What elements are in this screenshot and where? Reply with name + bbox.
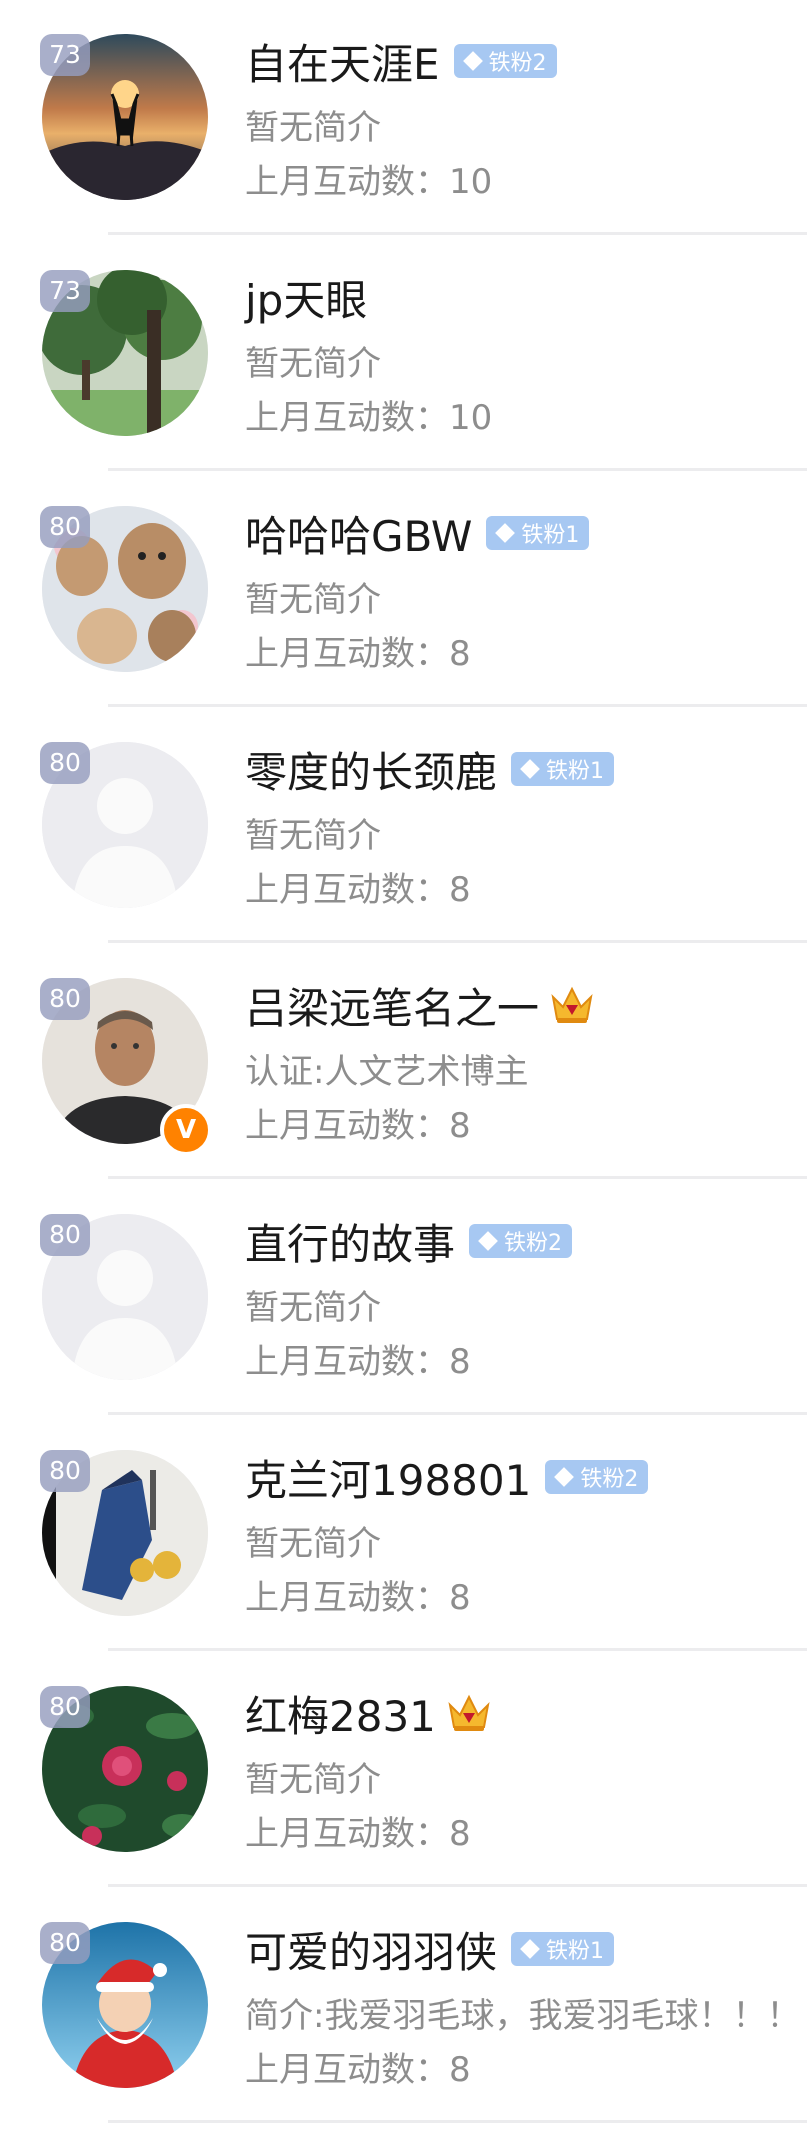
- fan-badge: 铁粉2: [545, 1460, 649, 1494]
- level-badge: 80: [40, 1450, 90, 1492]
- fan-badge-label: 铁粉2: [488, 51, 547, 76]
- interaction-count: 上月互动数：10: [245, 398, 493, 438]
- diamond-icon: [495, 523, 516, 543]
- fan-badge-label: 铁粉1: [521, 523, 580, 548]
- fan-badge: 铁粉2: [453, 44, 557, 78]
- crown-icon: [446, 1693, 492, 1733]
- user-name[interactable]: 直行的故事: [245, 1211, 455, 1272]
- divider: [108, 704, 807, 707]
- follower-row[interactable]: 80 红梅2831 暂无简介上月互动数：8: [0, 1652, 807, 1888]
- interaction-count: 上月互动数：8: [245, 1106, 471, 1146]
- name-line: 可爱的羽羽侠 铁粉1: [245, 1918, 615, 1980]
- level-badge: 80: [40, 506, 90, 548]
- level-badge: 80: [40, 742, 90, 784]
- user-name[interactable]: jp天眼: [245, 267, 367, 328]
- name-line: jp天眼: [245, 266, 367, 328]
- user-bio: 暂无简介: [245, 108, 381, 148]
- follower-row[interactable]: 80 直行的故事 铁粉2 暂无简介上月互动数：8: [0, 1180, 807, 1416]
- fan-badge: 铁粉1: [511, 1932, 615, 1966]
- diamond-icon: [478, 1231, 498, 1251]
- interaction-count: 上月互动数：10: [245, 162, 493, 202]
- divider: [108, 232, 807, 235]
- level-badge: 73: [40, 34, 90, 76]
- level-badge: 80: [40, 978, 90, 1020]
- diamond-icon: [520, 759, 540, 779]
- divider: [108, 940, 807, 943]
- fan-badge: 铁粉1: [511, 752, 615, 786]
- user-name[interactable]: 哈哈哈GBW: [245, 503, 472, 564]
- interaction-count: 上月互动数：8: [245, 870, 471, 910]
- level-badge: 80: [40, 1214, 90, 1256]
- divider: [108, 2120, 807, 2123]
- user-name[interactable]: 可爱的羽羽侠: [245, 1919, 497, 1980]
- divider: [108, 1648, 807, 1651]
- user-name[interactable]: 吕梁远笔名之一: [245, 975, 539, 1036]
- follower-row[interactable]: 73 jp天眼暂无简介上月互动数：10: [0, 236, 807, 472]
- name-line: 直行的故事 铁粉2: [245, 1210, 573, 1272]
- follower-row[interactable]: 80 哈哈哈GBW 铁粉1 暂无简介上月互动数：8: [0, 472, 807, 708]
- user-bio: 暂无简介: [245, 816, 381, 856]
- level-badge: 73: [40, 270, 90, 312]
- user-bio: 认证:人文艺术博主: [245, 1052, 529, 1092]
- user-bio: 暂无简介: [245, 1288, 381, 1328]
- follower-row[interactable]: 80 可爱的羽羽侠 铁粉1 简介:我爱羽毛球，我爱羽毛球！！！ 上月互动数：8: [0, 1888, 807, 2124]
- user-bio: 暂无简介: [245, 344, 381, 384]
- fan-badge-label: 铁粉1: [546, 759, 605, 784]
- user-name[interactable]: 红梅2831: [245, 1683, 436, 1744]
- follower-row[interactable]: 80 零度的长颈鹿 铁粉1 暂无简介上月互动数：8: [0, 708, 807, 944]
- fan-badge-label: 铁粉2: [504, 1231, 563, 1256]
- user-bio: 暂无简介: [245, 580, 381, 620]
- name-line: 吕梁远笔名之一: [245, 974, 595, 1036]
- user-bio: 暂无简介: [245, 1760, 381, 1800]
- follower-row[interactable]: 73 自在天涯E 铁粉2 暂无简介上月互动数：10: [0, 0, 807, 236]
- name-line: 自在天涯E 铁粉2: [245, 30, 557, 92]
- user-name[interactable]: 零度的长颈鹿: [245, 739, 497, 800]
- level-badge: 80: [40, 1686, 90, 1728]
- divider: [108, 1176, 807, 1179]
- name-line: 红梅2831: [245, 1682, 492, 1744]
- fan-badge: 铁粉1: [486, 516, 590, 550]
- user-bio: 简介:我爱羽毛球，我爱羽毛球！！！: [245, 1996, 801, 2036]
- level-badge: 80: [40, 1922, 90, 1964]
- interaction-count: 上月互动数：8: [245, 1342, 471, 1382]
- divider: [108, 468, 807, 471]
- crown-icon: [549, 985, 595, 1025]
- diamond-icon: [554, 1467, 575, 1487]
- interaction-count: 上月互动数：8: [245, 1814, 471, 1854]
- diamond-icon: [462, 51, 483, 71]
- name-line: 哈哈哈GBW 铁粉1: [245, 502, 590, 564]
- interaction-count: 上月互动数：8: [245, 634, 471, 674]
- divider: [108, 1412, 807, 1415]
- fan-badge: 铁粉2: [469, 1224, 573, 1258]
- user-name[interactable]: 克兰河198801: [245, 1447, 531, 1508]
- fan-badge-label: 铁粉1: [546, 1939, 605, 1964]
- verified-badge: V: [160, 1104, 212, 1156]
- diamond-icon: [520, 1939, 540, 1959]
- user-name[interactable]: 自在天涯E: [245, 31, 440, 92]
- name-line: 克兰河198801 铁粉2: [245, 1446, 649, 1508]
- interaction-count: 上月互动数：8: [245, 2050, 471, 2090]
- interaction-count: 上月互动数：8: [245, 1578, 471, 1618]
- name-line: 零度的长颈鹿 铁粉1: [245, 738, 615, 800]
- user-bio: 暂无简介: [245, 1524, 381, 1564]
- follower-row[interactable]: 80 克兰河198801 铁粉2 暂无简介上月互动数：8: [0, 1416, 807, 1652]
- divider: [108, 1884, 807, 1887]
- fan-badge-label: 铁粉2: [580, 1467, 639, 1492]
- follower-row[interactable]: 80 V 吕梁远笔名之一认证:人文艺术博主 上月互动数：8: [0, 944, 807, 1180]
